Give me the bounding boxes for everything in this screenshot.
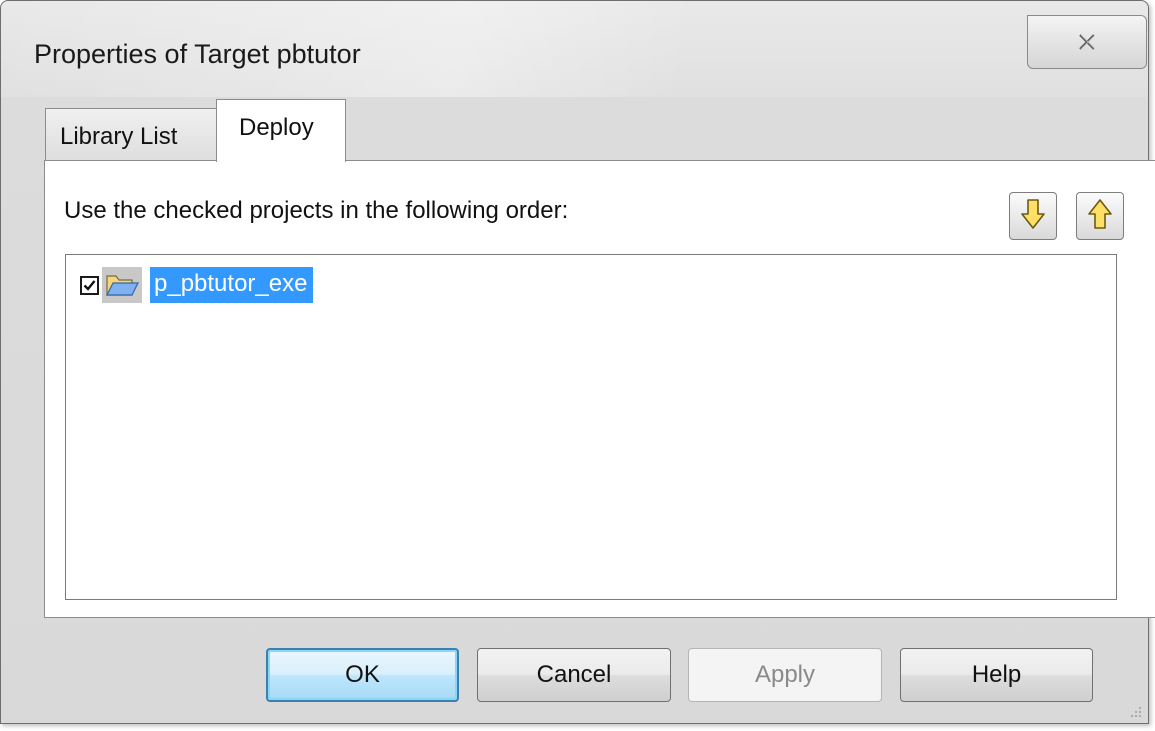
move-up-button[interactable] [1076, 192, 1124, 240]
window-title: Properties of Target pbtutor [34, 39, 361, 69]
tab-library-list[interactable]: Library List [45, 108, 235, 160]
properties-dialog: Properties of Target pbtutor Library Lis… [0, 0, 1155, 724]
tab-deploy[interactable]: Deploy [216, 99, 346, 162]
open-folder-icon [102, 267, 142, 303]
arrow-up-icon [1087, 198, 1113, 235]
instruction-label: Use the checked projects in the followin… [64, 197, 569, 224]
checkmark-icon [83, 279, 96, 291]
tab-label: Library List [60, 123, 178, 150]
arrow-down-icon [1020, 198, 1046, 235]
list-item[interactable]: p_pbtutor_exe [80, 267, 314, 303]
help-button[interactable]: Help [900, 648, 1093, 702]
project-checkbox[interactable] [80, 275, 99, 295]
close-button[interactable] [1027, 15, 1147, 69]
deploy-tab-panel: Use the checked projects in the followin… [44, 160, 1155, 618]
move-down-button[interactable] [1009, 192, 1057, 240]
title-bar[interactable]: Properties of Target pbtutor [1, 1, 1148, 97]
close-icon [1077, 33, 1097, 51]
project-label: p_pbtutor_exe [150, 267, 314, 303]
dialog-client-area: Library List Deploy Use the checked proj… [15, 97, 1155, 722]
apply-button[interactable]: Apply [688, 648, 882, 702]
resize-grip-icon[interactable] [1130, 705, 1142, 717]
ok-button[interactable]: OK [266, 648, 459, 702]
tab-label: Deploy [239, 114, 314, 141]
cancel-button[interactable]: Cancel [477, 648, 671, 702]
projects-list[interactable]: p_pbtutor_exe [65, 254, 1117, 600]
